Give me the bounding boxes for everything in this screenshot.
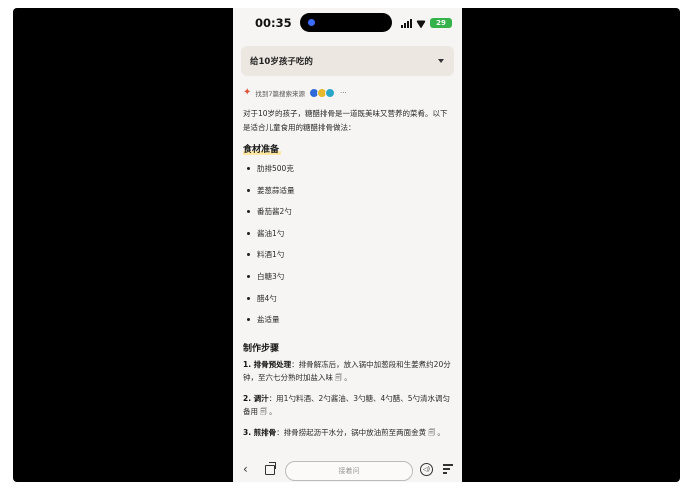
chevron-down-icon [438, 59, 444, 63]
ingredient-item: 番茄酱2勺 [243, 204, 453, 226]
step-title: 2. 调汁 [243, 393, 269, 403]
menu-icon[interactable] [443, 464, 453, 474]
ingredient-item: 醋4勺 [243, 291, 453, 313]
ingredient-item: 料酒1勺 [243, 247, 453, 269]
status-bar: 00:35 29 [233, 8, 462, 40]
voice-icon[interactable]: ◁) [420, 463, 433, 476]
step-item: 1. 排骨预处理：排骨解冻后，放入锅中加葱段和生姜煮约20分钟，至六七分熟时加盐… [243, 358, 453, 386]
dynamic-island [300, 13, 392, 32]
status-time: 00:35 [255, 16, 292, 30]
step-title: 3. 煎排骨 [243, 427, 277, 437]
answer-intro: 对于10岁的孩子，糖醋排骨是一道既美味又营养的菜肴。以下是适合儿童食用的糖醋排骨… [243, 109, 448, 132]
status-icons: 29 [401, 17, 452, 29]
sources-more: ··· [340, 89, 347, 97]
wifi-icon [416, 19, 426, 28]
ingredient-item: 酱油1勺 [243, 226, 453, 248]
sparkle-icon: ✦ [243, 87, 252, 98]
island-indicator-icon [308, 19, 315, 26]
source-icon [325, 88, 336, 98]
phone-screen: 00:35 29 给10岁孩子吃的 ✦ 找到7篇搜索来源 ··· 对于10岁的孩… [233, 8, 462, 482]
ingredient-item: 肋排500克 [243, 161, 453, 183]
video-frame: 00:35 29 给10岁孩子吃的 ✦ 找到7篇搜索来源 ··· 对于10岁的孩… [13, 8, 680, 482]
signal-icon [401, 18, 412, 28]
source-icons [309, 88, 336, 98]
step-list: 1. 排骨预处理：排骨解冻后，放入锅中加葱段和生姜煮约20分钟，至六七分熟时加盐… [243, 358, 453, 441]
bottom-bar: ‹ 接着问 ◁) [233, 458, 462, 482]
ingredient-list: 肋排500克 姜葱蒜适量 番茄酱2勺 酱油1勺 料酒1勺 白糖3勺 醋4勺 盐适… [243, 161, 453, 334]
battery-icon: 29 [430, 18, 452, 28]
sources-text: 找到7篇搜索来源 [255, 90, 306, 98]
query-text: 给10岁孩子吃的 [250, 57, 313, 67]
ingredients-heading: 食材准备 [243, 142, 282, 155]
step-item: 2. 调汁：用1勺料酒、2勺酱油、3勺糖、4勺醋、5勺清水调匀备用 🗐 。 [243, 392, 453, 420]
query-dropdown[interactable]: 给10岁孩子吃的 [241, 46, 454, 76]
sources-row[interactable]: ✦ 找到7篇搜索来源 ··· [243, 87, 347, 99]
step-text: ：排骨捞起沥干水分，锅中放油煎至两面金黄 [276, 427, 427, 437]
answer-content: 对于10岁的孩子，糖醋排骨是一道既美味又营养的菜肴。以下是适合儿童食用的糖醋排骨… [243, 107, 453, 446]
ingredient-item: 白糖3勺 [243, 269, 453, 291]
step-title: 1. 排骨预处理 [243, 359, 292, 369]
citation-icon[interactable]: 🗐 。 [335, 372, 351, 386]
content-fade [233, 438, 462, 458]
ingredient-item: 姜葱蒜适量 [243, 183, 453, 205]
ask-input[interactable]: 接着问 [285, 461, 413, 481]
ingredient-item: 盐适量 [243, 312, 453, 334]
back-chevron-icon[interactable]: ‹ [243, 462, 248, 476]
steps-heading: 制作步骤 [243, 343, 280, 354]
citation-icon[interactable]: 🗐 。 [260, 406, 276, 420]
tabs-icon[interactable] [265, 462, 276, 475]
